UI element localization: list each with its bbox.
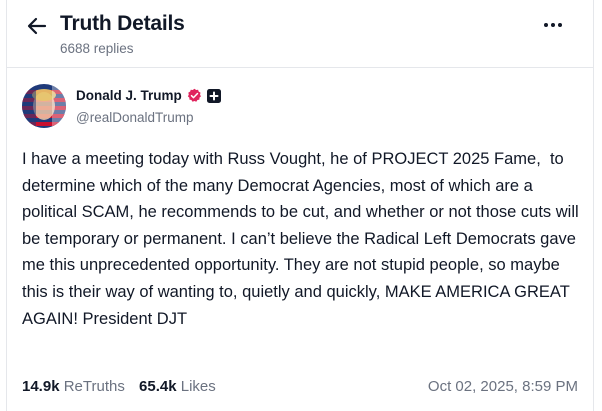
page-title: Truth Details: [60, 12, 185, 35]
post-text: I have a meeting today with Russ Vought,…: [22, 150, 584, 328]
avatar[interactable]: [22, 84, 66, 128]
plus-badge-icon: [206, 88, 221, 103]
retruths-label: ReTruths: [63, 378, 125, 395]
likes-label: Likes: [180, 378, 216, 395]
more-horizontal-icon[interactable]: [541, 15, 565, 35]
retruths-count: 14.9k: [22, 378, 60, 395]
arrow-left-icon[interactable]: [25, 14, 49, 38]
author-name[interactable]: Donald J. Trump: [76, 88, 182, 103]
post-footer: 14.9k ReTruths 65.4k Likes Oct 02, 2025,…: [22, 378, 578, 400]
likes-stat[interactable]: 65.4k Likes: [139, 378, 216, 395]
truth-details-panel: Truth Details 6688 replies Donald J. Tru…: [6, 0, 594, 411]
author-row: Donald J. Trump @realDonaldTrump: [22, 84, 578, 130]
retruths-stat[interactable]: 14.9k ReTruths: [22, 378, 125, 395]
verified-badge-icon: [187, 88, 201, 102]
replies-count: 6688 replies: [60, 41, 134, 56]
author-name-row: Donald J. Trump: [76, 88, 221, 103]
author-handle[interactable]: @realDonaldTrump: [76, 110, 194, 125]
likes-count: 65.4k: [139, 378, 177, 395]
post-body: I have a meeting today with Russ Vought,…: [22, 146, 582, 332]
header-divider: [7, 67, 593, 68]
page-header: Truth Details 6688 replies: [25, 12, 575, 62]
post-timestamp: Oct 02, 2025, 8:59 PM: [427, 378, 578, 395]
